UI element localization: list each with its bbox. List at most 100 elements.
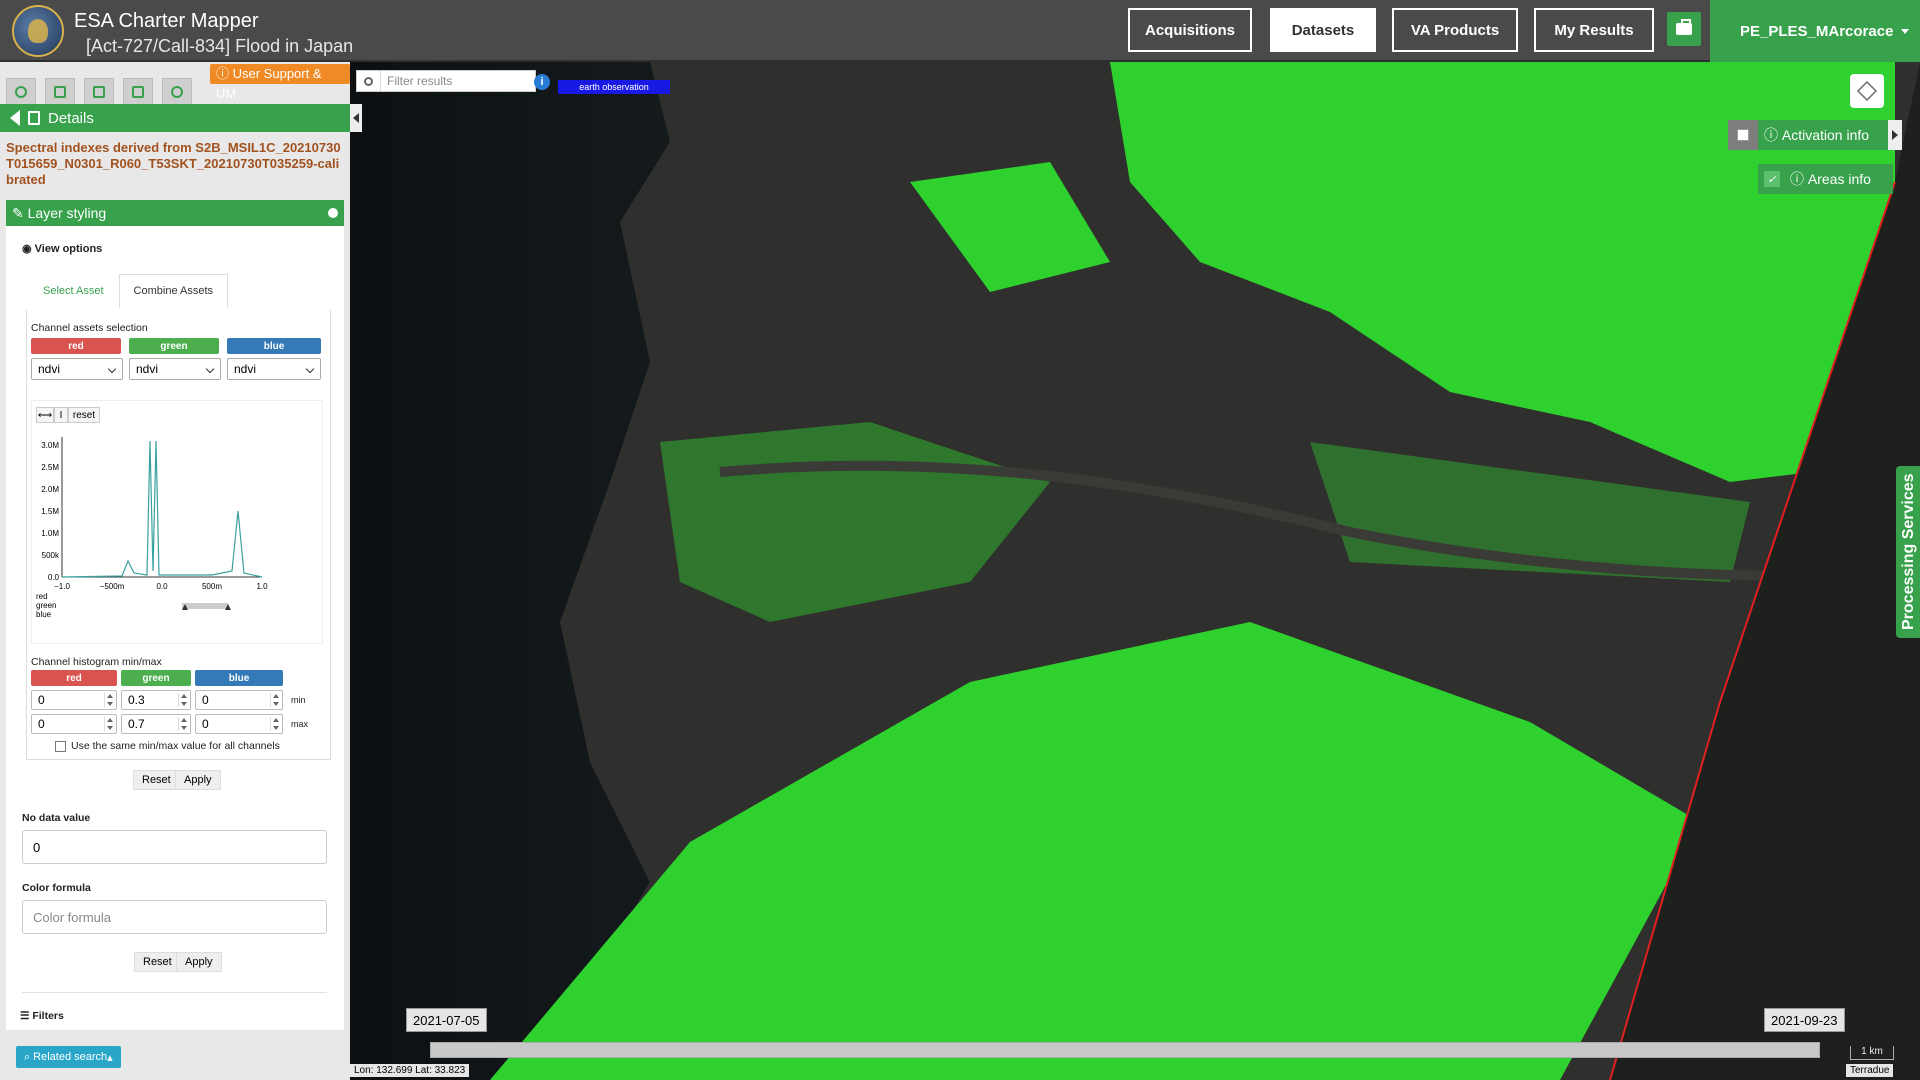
processing-services-tab[interactable]: Processing Services <box>1896 466 1920 638</box>
max-label: max <box>291 719 309 729</box>
scale-bar: 1 km <box>1850 1046 1894 1060</box>
related-search-button[interactable]: ⌕ Related search ▴ <box>16 1046 121 1068</box>
basket-tool-button[interactable] <box>84 78 114 106</box>
tab-combine-assets[interactable]: Combine Assets <box>118 274 229 308</box>
red-channel-chip: red <box>31 338 121 354</box>
areas-info-toggle[interactable]: ✓ <box>1758 164 1786 194</box>
left-panel: ⓘ User Support & UM Details Spectral ind… <box>0 62 350 1080</box>
color-formula-input[interactable]: Color formula <box>22 900 327 934</box>
areas-info-label: Areas info <box>1807 171 1871 187</box>
layers-button[interactable] <box>1850 74 1884 108</box>
y-tick-label: 2.5M <box>41 463 59 472</box>
legend-green: green <box>36 601 56 610</box>
my-results-button[interactable]: My Results <box>1534 8 1654 52</box>
spinner-icon[interactable] <box>270 717 280 731</box>
blue-minmax-chip: blue <box>195 670 283 686</box>
user-support-label: User Support & UM <box>216 66 322 101</box>
same-minmax-option[interactable]: Use the same min/max value for all chann… <box>55 740 280 752</box>
archive-icon <box>132 86 144 98</box>
spinner-icon[interactable] <box>178 717 188 731</box>
asset-tabs: Select Asset Combine Assets <box>28 274 229 308</box>
range-brush[interactable] <box>182 603 228 609</box>
red-asset-select[interactable]: ndvi <box>31 358 123 380</box>
no-data-input[interactable]: 0 <box>22 830 327 864</box>
search-tool-button[interactable] <box>6 78 36 106</box>
green-minmax-chip: green <box>121 670 191 686</box>
timeline-slider[interactable] <box>430 1042 1820 1058</box>
map-view[interactable]: Filter results i earth observation ⓘ Act… <box>350 62 1920 1080</box>
info-icon[interactable]: i <box>534 74 550 90</box>
filter-results-input[interactable]: Filter results <box>356 70 536 92</box>
spinner-icon[interactable] <box>104 693 114 707</box>
formula-reset-button[interactable]: Reset <box>134 952 181 972</box>
briefcase-button[interactable] <box>1667 12 1701 46</box>
collapse-panel-button[interactable] <box>350 104 362 132</box>
view-options-label: View options <box>34 243 103 255</box>
histogram-reset-button[interactable]: reset <box>68 407 100 423</box>
red-min-input[interactable]: 0 <box>31 690 117 710</box>
archive-tool-button[interactable] <box>123 78 153 106</box>
color-formula-label: Color formula <box>22 882 91 894</box>
blue-min-input[interactable]: 0 <box>195 690 283 710</box>
details-header[interactable]: Details <box>0 104 350 132</box>
x-tick-label: 500m <box>202 582 222 591</box>
red-max-input[interactable]: 0 <box>31 714 117 734</box>
legend-red: red <box>36 592 48 601</box>
timeline-end-date: 2021-09-23 <box>1764 1008 1845 1032</box>
layers-icon <box>1856 80 1878 102</box>
blue-asset-select[interactable]: ndvi <box>227 358 321 380</box>
x-tick-label: 1.0 <box>256 582 268 591</box>
formula-apply-button[interactable]: Apply <box>176 952 222 972</box>
y-tick-label: 0.0 <box>48 573 60 582</box>
legend-blue: blue <box>36 610 52 619</box>
minmax-apply-button[interactable]: Apply <box>175 770 221 790</box>
y-tick-label: 2.0M <box>41 485 59 494</box>
spinner-icon[interactable] <box>270 693 280 707</box>
pan-button[interactable]: ⟷ <box>36 407 54 423</box>
datasets-button[interactable]: Datasets <box>1270 8 1376 52</box>
user-support-button[interactable]: ⓘ User Support & UM <box>210 64 350 101</box>
divider <box>22 992 327 993</box>
blue-channel-chip: blue <box>227 338 321 354</box>
filters-header[interactable]: ☰ Filters <box>20 1010 64 1022</box>
y-tick-label: 1.5M <box>41 507 59 516</box>
filters-label: Filters <box>32 1010 64 1022</box>
spinner-icon[interactable] <box>104 717 114 731</box>
x-tick-label: 0.0 <box>156 582 168 591</box>
activation-info-toggle[interactable] <box>1728 120 1758 150</box>
acquisitions-button[interactable]: Acquisitions <box>1128 8 1252 52</box>
no-data-label: No data value <box>22 812 91 824</box>
x-tick-label: −500m <box>100 582 125 591</box>
satellite-image[interactable] <box>350 62 1920 1080</box>
va-products-button[interactable]: VA Products <box>1392 8 1518 52</box>
same-minmax-checkbox[interactable] <box>55 740 66 752</box>
cursor-button[interactable]: I <box>54 407 68 423</box>
search-icon <box>15 86 27 98</box>
blue-max-input[interactable]: 0 <box>195 714 283 734</box>
green-min-input[interactable]: 0.3 <box>121 690 191 710</box>
gear-icon <box>171 86 183 98</box>
expand-right-button[interactable] <box>1888 120 1902 150</box>
layer-styling-header[interactable]: ✎ Layer styling <box>6 200 344 226</box>
back-arrow-icon[interactable] <box>10 110 20 126</box>
timeline-start-date: 2021-07-05 <box>406 1008 487 1032</box>
spinner-icon[interactable] <box>178 693 188 707</box>
earth-observation-badge[interactable]: earth observation <box>558 80 670 94</box>
list-tool-button[interactable] <box>45 78 75 106</box>
minmax-reset-button[interactable]: Reset <box>133 770 180 790</box>
green-max-input[interactable]: 0.7 <box>121 714 191 734</box>
layer-styling-panel: ✎ Layer styling ◉ View options Select As… <box>6 200 344 1030</box>
settings-tool-button[interactable] <box>162 78 192 106</box>
list-icon <box>54 86 66 98</box>
green-asset-select[interactable]: ndvi <box>129 358 221 380</box>
user-menu[interactable]: PE_PLES_MArcorace <box>1710 0 1920 62</box>
histogram-chart: ⟷ I reset 3.0M 2.5M 2.0M 1.5M 1.0M 500k 0.0 −1.… <box>31 400 323 644</box>
green-min-value: 0.3 <box>128 693 145 707</box>
chevron-down-icon[interactable] <box>328 208 338 218</box>
red-min-value: 0 <box>38 693 45 707</box>
panel-toolbar <box>6 78 192 106</box>
app-root: ESA Charter Mapper [Act-727/Call-834] Fl… <box>0 0 1920 1080</box>
basket-icon <box>93 86 105 98</box>
tab-select-asset[interactable]: Select Asset <box>28 274 119 308</box>
details-label: Details <box>48 109 94 127</box>
